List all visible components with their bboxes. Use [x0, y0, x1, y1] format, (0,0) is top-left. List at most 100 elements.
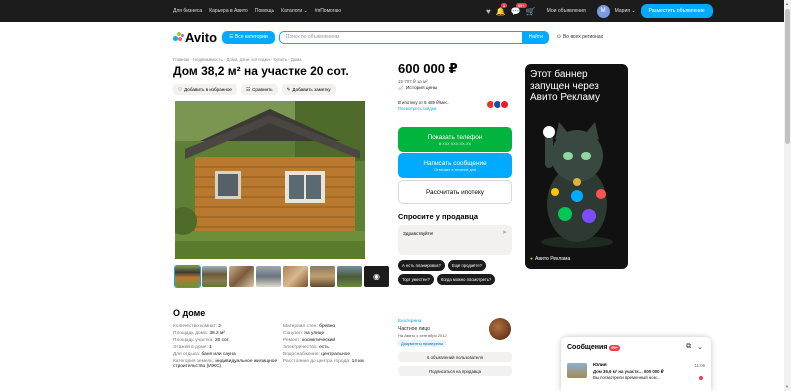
param-item: Расстояние до центра города: 14 км — [283, 359, 388, 369]
scroll-up-icon[interactable]: ▲ — [785, 1, 789, 6]
mortgage-info: В ипотеку от 8 489 ₽/мес. Посмотреть ски… — [398, 100, 449, 111]
top-right: ♥ 🔔 3 💬 99+ 🛒 Мои объявления M Мария ⌄ Раз… — [486, 0, 713, 22]
thumbnail[interactable] — [229, 266, 254, 287]
calc-mortgage-button[interactable]: Рассчитать ипотеку — [398, 180, 512, 204]
main-photo[interactable] — [175, 101, 365, 259]
link-career[interactable]: Карьера в Авито — [209, 8, 248, 14]
logo-text: Avito — [185, 29, 218, 45]
search-input[interactable]: Поиск по объявлениям — [278, 30, 523, 44]
param-value: 2 — [218, 324, 221, 329]
unread-dot — [699, 376, 703, 380]
subscribe-seller-button[interactable]: Подписаться на продавца — [398, 366, 512, 376]
bank-logo-icon — [500, 100, 509, 109]
page-title: Дом 38,2 м² на участке 20 сот. — [173, 64, 349, 78]
heart-icon[interactable]: ♥ — [486, 7, 491, 16]
chevron-down-icon[interactable]: ⌄ — [697, 343, 703, 351]
thumbnail[interactable] — [256, 266, 281, 287]
ad-banner[interactable]: Этот баннер запущен через Авито Рекламу … — [525, 64, 628, 269]
link-catalogs[interactable]: Каталоги ⌄ — [281, 8, 308, 14]
seller-since: На Авито с сентября 2012 — [398, 333, 447, 338]
note-label: Добавить заметку — [292, 87, 331, 92]
ad-footer: ● Авито Реклама — [530, 256, 570, 262]
param-value: 20 сот. — [214, 338, 230, 343]
house-photo-image — [175, 101, 365, 259]
bank-logos — [486, 100, 509, 109]
avito-logo[interactable]: Avito — [173, 30, 218, 45]
messages-controls: ⧉ ⌄ — [686, 343, 703, 351]
message-thumbnail — [567, 363, 587, 378]
compare-button[interactable]: ☷ Сравнить — [240, 84, 278, 95]
cart-icon[interactable]: 🛒 — [526, 7, 536, 16]
seller-type: Частное лицо — [398, 326, 430, 332]
ask-seller-input[interactable]: Здравствуйте! ➤ — [398, 225, 512, 255]
seller-ads-button[interactable]: 6 объявлений пользователя — [398, 352, 512, 362]
ask-message-text: Здравствуйте! — [403, 231, 434, 236]
param-label: Санузел: — [283, 331, 304, 336]
param-value: есть — [319, 345, 329, 350]
bell-icon[interactable]: 🔔 3 — [496, 2, 507, 16]
param-label: Материал стен: — [283, 324, 318, 329]
param-item: Для отдыха: баня или сауна — [173, 352, 283, 357]
param-item: Категория земель: индивидуальное жилищно… — [173, 359, 283, 369]
breadcrumb[interactable]: Главная · Недвижимость · Дома, дачи, кот… — [173, 57, 302, 62]
notifications-badge: 3 — [500, 2, 507, 8]
open-external-icon[interactable]: ⧉ — [686, 343, 691, 351]
param-item: Площадь участка: 20 сот. — [173, 338, 283, 343]
message-item[interactable]: Юлия 11:06 Дом 36,6 м² на участк… 600 00… — [567, 361, 705, 385]
write-message-label: Написать сообщение — [423, 159, 487, 167]
all-categories-button[interactable]: ☰ Все категории — [222, 30, 275, 44]
link-help[interactable]: Помощь — [255, 8, 274, 14]
post-ad-button[interactable]: Разместить объявление — [640, 4, 713, 18]
price-per-meter: 15 707 ₽ за м² — [398, 79, 428, 84]
param-item: Водоснабжение: центральное — [283, 352, 388, 357]
thumbnail[interactable] — [283, 266, 308, 287]
write-message-button[interactable]: Написать сообщение Отвечает в течение дн… — [398, 153, 512, 178]
quick-question-chip[interactable]: Торг уместен? — [398, 274, 434, 285]
seller-name[interactable]: Екатерина — [398, 319, 421, 324]
param-label: Расстояние до центра города: — [283, 359, 351, 364]
link-help-hashtag[interactable]: #яПомогаю — [315, 8, 341, 14]
price: 600 000 ₽ — [398, 61, 458, 76]
scroll-down-icon[interactable]: ▼ — [785, 384, 789, 389]
scrollbar[interactable]: ▲ ▼ — [784, 0, 791, 391]
quick-question-chip[interactable]: Ещё продаёте? — [447, 260, 487, 271]
about-heading: О доме — [173, 308, 206, 318]
thumbnail[interactable] — [337, 266, 362, 287]
messages-count-badge: 99+ — [609, 344, 620, 351]
link-business[interactable]: Для бизнеса — [173, 8, 202, 14]
lucky-cat-image — [541, 122, 613, 248]
house-params: Количество комнат: 2 Материал стен: брев… — [173, 324, 388, 369]
messages-panel[interactable]: Сообщения 99+ ⧉ ⌄ Юлия 11:06 Дом 36,6 м²… — [561, 337, 711, 391]
avito-dots-icon: ● — [530, 256, 534, 262]
send-icon[interactable]: ➤ — [502, 229, 507, 236]
messages-title: Сообщения — [567, 344, 608, 351]
documents-verified-badge: Документы проверены — [398, 340, 447, 347]
thumbnail[interactable] — [174, 265, 201, 288]
find-button[interactable]: Найти — [522, 30, 549, 44]
my-ads-link[interactable]: Мои объявления — [547, 8, 586, 14]
more-photos-button[interactable]: ◉ — [364, 266, 389, 287]
chat-icon[interactable]: 💬 99+ — [511, 2, 527, 16]
phone-mask: 8 XXX XXX-XX-XX — [438, 141, 472, 146]
message-time: 11:06 — [694, 363, 705, 368]
region-selector[interactable]: ⊙ Во всех регионах — [557, 34, 603, 40]
param-label: Водоснабжение: — [283, 352, 320, 357]
thumbnail[interactable] — [202, 266, 227, 287]
quick-question-chip[interactable]: Когда можно посмотреть? — [436, 274, 496, 285]
chart-icon: 📈 — [398, 86, 404, 91]
add-note-button[interactable]: ✎ Добавить заметку — [281, 84, 336, 95]
param-item: Электричество: есть — [283, 345, 388, 350]
user-avatar[interactable]: M — [596, 4, 610, 18]
show-phone-button[interactable]: Показать телефон 8 XXX XXX-XX-XX — [398, 127, 512, 152]
add-to-favorites-button[interactable]: ♡ Добавить в избранное — [173, 84, 237, 95]
quick-question-chip[interactable]: А есть планировка? — [398, 260, 445, 271]
location-pin-icon: ⊙ — [556, 34, 561, 40]
mortgage-discounts-link[interactable]: Посмотреть скидки — [398, 106, 449, 112]
user-menu[interactable]: Мария ⌄ — [615, 8, 636, 14]
param-value: бревно — [319, 324, 336, 329]
seller-avatar[interactable] — [489, 318, 511, 340]
scrollbar-thumb[interactable] — [785, 9, 790, 144]
thumbnail[interactable] — [310, 266, 335, 287]
quick-questions: А есть планировка? Ещё продаёте? Торг ум… — [398, 260, 514, 285]
price-history-link[interactable]: 📈 История цены — [398, 86, 437, 91]
